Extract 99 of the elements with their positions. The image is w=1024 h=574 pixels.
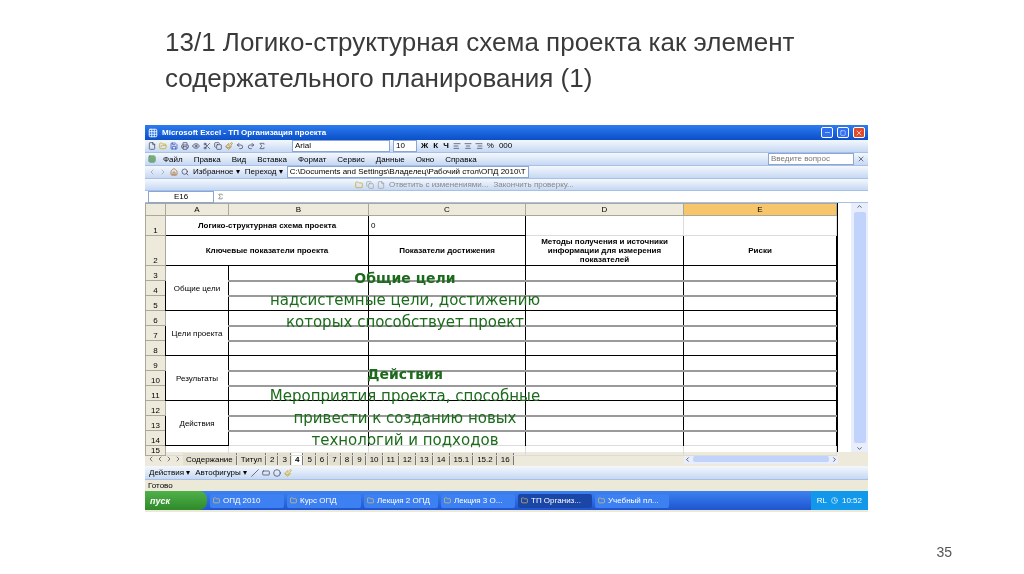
row-header: 2 — [145, 235, 166, 266]
function-icon[interactable] — [217, 193, 224, 200]
menu-item[interactable]: Формат — [293, 154, 331, 164]
minimize-icon — [823, 129, 831, 136]
size-field[interactable]: 10 — [393, 140, 417, 152]
taskbar-item[interactable]: ТП Организ... — [518, 493, 592, 508]
new-file-icon[interactable] — [148, 142, 156, 150]
format-button[interactable]: К — [432, 141, 440, 151]
preview-icon[interactable] — [192, 142, 200, 150]
help-field[interactable]: Введите вопрос — [768, 153, 854, 165]
taskbar-item[interactable]: Лекция 3 О... — [441, 493, 515, 508]
row-header: 15 — [145, 445, 166, 456]
line-icon[interactable] — [251, 468, 259, 477]
actions-button[interactable]: Действия ▾ — [148, 467, 192, 478]
folder-icon — [521, 497, 528, 504]
autoshapes-button[interactable]: Автофигуры ▾ — [194, 467, 248, 478]
table-header: Риски — [683, 235, 837, 266]
menu-item[interactable]: Данные — [371, 154, 409, 164]
taskbar-item[interactable]: Курс ОПД — [287, 493, 361, 508]
sheet-tab[interactable]: 7 — [329, 453, 341, 465]
table-cell: 0 — [368, 215, 526, 236]
overlay-heading: Действия — [366, 365, 444, 384]
overlay-heading: Общие цели — [353, 269, 457, 288]
minimize-button[interactable] — [821, 127, 833, 138]
address-field[interactable]: C:\Documents and Settings\Владелец\Рабочий стол\ОПД 2010\Т — [286, 166, 529, 178]
close-button[interactable] — [853, 127, 865, 138]
menu-item[interactable]: Справка — [441, 154, 481, 164]
font-field[interactable]: Arial — [292, 140, 390, 152]
start-button[interactable]: пуск — [145, 491, 207, 510]
table-header: Показатели достижения — [368, 235, 526, 266]
folder-icon — [290, 497, 297, 504]
menu-item[interactable]: Файл — [159, 154, 187, 164]
next-sheet-icon[interactable] — [165, 455, 173, 463]
folder-icon — [213, 497, 220, 504]
taskbar-item[interactable]: Учебный пл... — [595, 493, 669, 508]
go-button[interactable]: Переход ▾ — [243, 167, 284, 177]
page-number: 35 — [936, 544, 952, 560]
favorites-button[interactable]: Избранное ▾ — [192, 167, 241, 177]
last-sheet-icon[interactable] — [174, 455, 182, 463]
sum-icon[interactable] — [258, 142, 266, 150]
folder-icon — [598, 497, 605, 504]
brush-icon[interactable] — [225, 142, 233, 150]
close-icon[interactable] — [857, 155, 865, 163]
overlay-text: привести к созданию новых — [292, 408, 518, 429]
copy-icon[interactable] — [214, 142, 222, 150]
slide-title: содержательного планирования (1) — [165, 62, 594, 95]
close-icon — [855, 128, 863, 137]
align-left-icon[interactable] — [452, 142, 461, 150]
sheet-tab[interactable]: 9 — [354, 453, 366, 465]
taskbar-item[interactable]: ОПД 2010 — [210, 493, 284, 508]
rectangle-icon[interactable] — [262, 468, 270, 477]
slide-title: 13/1 Логико-структурная схема проекта как элемент — [165, 26, 796, 59]
menu-item[interactable]: Сервис — [333, 154, 369, 164]
save-icon[interactable] — [170, 142, 178, 150]
table-header: Методы получения и источники информации для измерения показателей — [525, 235, 684, 266]
menu-item[interactable]: Окно — [411, 154, 439, 164]
prev-sheet-icon[interactable] — [156, 455, 164, 463]
overlay-text: которых способствует проект — [284, 312, 525, 333]
window-title: Microsoft Excel - ТП Организация проекта — [162, 128, 328, 137]
number-format-button[interactable]: % — [485, 141, 495, 151]
number-format-button[interactable]: 000 — [497, 141, 514, 151]
column-header: B — [228, 203, 369, 216]
restore-button[interactable] — [837, 127, 849, 138]
printer-icon[interactable] — [181, 142, 189, 150]
column-header: D — [525, 203, 684, 216]
menu-item[interactable]: Вид — [227, 154, 251, 164]
redo-icon[interactable] — [247, 142, 255, 150]
column-header: A — [165, 203, 229, 216]
sheet-tab[interactable]: 2 — [267, 453, 279, 465]
home-icon[interactable] — [170, 168, 178, 176]
file-icon[interactable] — [377, 180, 385, 189]
first-sheet-icon[interactable] — [147, 455, 155, 463]
align-right-icon[interactable] — [474, 142, 483, 150]
column-header: C — [368, 203, 526, 216]
sheet-tab[interactable]: 3 — [279, 453, 291, 465]
horizontal-scrollbar[interactable] — [684, 454, 838, 464]
undo-icon[interactable] — [236, 142, 244, 150]
spreadsheet-icon — [148, 127, 158, 138]
format-button[interactable]: Ч — [442, 141, 450, 151]
search-icon[interactable] — [181, 168, 189, 176]
scissors-icon[interactable] — [203, 142, 211, 150]
row-header: 1 — [145, 215, 166, 236]
vertical-scrollbar[interactable] — [851, 203, 868, 452]
menu-item[interactable]: Правка — [189, 154, 225, 164]
sheet-tab[interactable]: 5 — [304, 453, 316, 465]
back-icon[interactable] — [148, 168, 156, 176]
table-cell: Логико-структурная схема проекта — [165, 215, 369, 236]
menu-item[interactable]: Вставка — [253, 154, 291, 164]
table-header: Ключевые показатели проекта — [165, 235, 369, 266]
clock-icon — [830, 497, 838, 504]
column-header: E — [683, 203, 837, 216]
oval-icon[interactable] — [273, 468, 281, 477]
clock: 10:52 — [841, 496, 862, 505]
format-button[interactable]: Ж — [420, 141, 430, 151]
folder-icon — [444, 497, 451, 504]
align-center-icon[interactable] — [463, 142, 472, 150]
forward-icon[interactable] — [159, 168, 167, 176]
taskbar-item[interactable]: Лекция 2 ОПД — [364, 493, 438, 508]
folder-icon — [367, 497, 374, 504]
